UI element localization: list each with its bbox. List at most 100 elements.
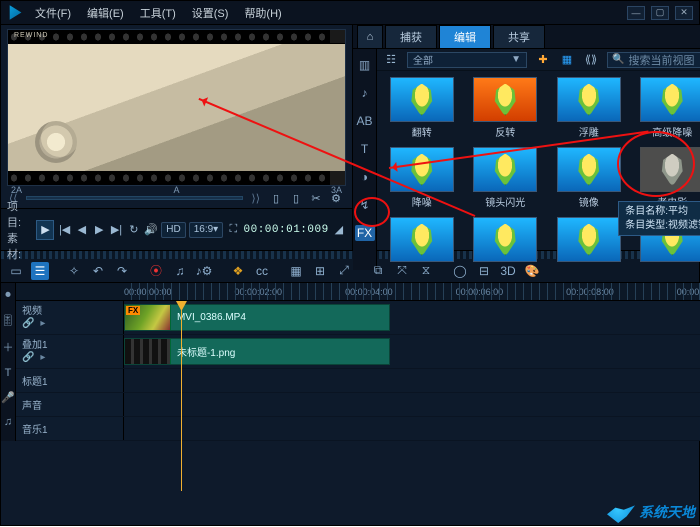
play-button[interactable]: ▶	[36, 220, 54, 240]
tool-undo-icon[interactable]: ↶	[89, 262, 107, 280]
hd-toggle[interactable]: HD	[161, 222, 185, 238]
window-minimize[interactable]: —	[627, 6, 645, 20]
window-maximize[interactable]: ▢	[651, 6, 669, 20]
fx-thumb[interactable]: 反转	[469, 77, 543, 139]
balloon-icon	[492, 84, 518, 116]
fx-thumb[interactable]	[385, 217, 459, 264]
step-back-icon[interactable]: ◀	[75, 222, 89, 238]
lib-add-icon[interactable]: ✚	[535, 52, 551, 68]
track-motion-icon[interactable]: ▦	[287, 262, 305, 280]
rail-sound-icon[interactable]: ♪	[355, 85, 375, 101]
preview-overlay-text: REWIND	[14, 32, 48, 39]
tool-redo-icon[interactable]: ↷	[113, 262, 131, 280]
view-storyboard-icon[interactable]: ▭	[7, 262, 25, 280]
fx-thumb-label: 反转	[495, 124, 515, 139]
lib-grid-icon[interactable]: ▦	[559, 52, 575, 68]
track-toggle-all-icon[interactable]: ⏺	[5, 289, 11, 302]
clip-video[interactable]: FX MVI_0386.MP4	[124, 304, 390, 331]
fx-thumb-box	[557, 217, 621, 262]
timecode-display[interactable]: 00:00:01:009	[244, 224, 329, 236]
fx-thumb[interactable]: 浮雕	[552, 77, 626, 139]
lib-tree-icon[interactable]: ☷	[383, 52, 399, 68]
goto-start-icon[interactable]: |◀	[57, 222, 71, 238]
tab-edit[interactable]: 编辑	[439, 25, 491, 48]
fx-thumb-box	[557, 77, 621, 122]
fx-thumb[interactable]: 镜像	[552, 147, 626, 209]
goto-end-icon[interactable]: ▶|	[109, 222, 123, 238]
rail-media-icon[interactable]: ▥	[355, 57, 375, 73]
record-icon[interactable]: ⦿	[147, 262, 165, 280]
tab-home[interactable]: ⌂	[357, 25, 383, 48]
link-icon[interactable]: 🔗	[22, 352, 34, 364]
chevron-down-icon: ▼	[511, 54, 521, 65]
category-dropdown[interactable]: 全部▼	[407, 52, 527, 68]
loop-icon[interactable]: ↻	[127, 222, 141, 238]
fullscreen-icon[interactable]: ⛶	[226, 222, 240, 238]
tool-wrench-icon[interactable]: ✧	[65, 262, 83, 280]
search-input[interactable]: 🔍 搜索当前视图	[607, 52, 700, 68]
moments-icon[interactable]: ❖	[229, 262, 247, 280]
rail-path-icon[interactable]: ↯	[355, 197, 375, 213]
track-head-voice[interactable]: 声音	[16, 393, 124, 416]
tab-capture[interactable]: 捕获	[385, 25, 437, 48]
fx-thumb[interactable]: 镜头闪光	[469, 147, 543, 209]
upload-icon[interactable]: ⬆	[691, 25, 700, 48]
rail-graphic-icon[interactable]: ◑	[355, 169, 375, 185]
preview-viewport[interactable]: REWIND 2AA3A	[7, 29, 346, 186]
balloon-icon	[576, 224, 602, 256]
link-icon[interactable]: 🔗	[22, 318, 34, 330]
fx-thumb[interactable]: 翻转	[385, 77, 459, 139]
track-video-icon[interactable]: 🎚	[1, 314, 15, 327]
time-ruler[interactable]: 00:00:00:0000:00:02:0000:00:04:0000:00:0…	[16, 283, 700, 301]
track-add-icon[interactable]: ＋	[2, 339, 13, 355]
track-title-type-icon[interactable]: T	[5, 367, 12, 379]
menu-settings[interactable]: 设置(S)	[186, 3, 235, 23]
track-head-title[interactable]: 标题1	[16, 369, 124, 392]
tooltip: 条目名称:平均 条目类型:视频滤镜	[618, 201, 700, 236]
menu-file[interactable]: 文件(F)	[29, 3, 77, 23]
fx-thumb[interactable]	[469, 217, 543, 264]
preview-image	[8, 44, 345, 171]
balloon-icon	[659, 154, 685, 186]
mixer-icon[interactable]: ♫	[171, 262, 189, 280]
fx-thumb-box	[640, 77, 700, 122]
window-close[interactable]: ✕	[675, 6, 693, 20]
rail-title-icon[interactable]: T	[355, 141, 375, 157]
step-fwd-icon[interactable]: ▶	[92, 222, 106, 238]
fx-thumb[interactable]: 降噪	[385, 147, 459, 209]
fx-grid: 翻转反转 浮雕高级降噪降噪镜头闪光镜像老电影	[377, 71, 700, 270]
menu-tools[interactable]: 工具(T)	[134, 3, 182, 23]
clip-overlay[interactable]: 未标题-1.png	[124, 338, 390, 365]
rail-fx-icon[interactable]: FX	[355, 225, 375, 241]
source-toggle[interactable]: 项目: 素材:	[7, 198, 29, 262]
resize-handle-icon[interactable]: ◢	[332, 222, 346, 238]
ratio-toggle[interactable]: 16:9 ▾	[189, 222, 224, 238]
track-mic-icon[interactable]: 🎤	[1, 391, 15, 404]
menu-help[interactable]: 帮助(H)	[238, 3, 287, 23]
fx-thumb[interactable]	[552, 217, 626, 264]
auto-music-icon[interactable]: ♪⚙	[195, 262, 213, 280]
fx-thumb[interactable]: 老电影	[636, 147, 700, 209]
fx-flag: FX	[126, 306, 140, 315]
playhead[interactable]	[181, 301, 182, 491]
chevron-right-icon[interactable]: ▸	[40, 318, 45, 330]
lib-sort-icon[interactable]: ⟪⟫	[583, 52, 599, 68]
chevron-right-icon[interactable]: ▸	[40, 352, 45, 364]
track-head-music[interactable]: 音乐1	[16, 417, 124, 440]
subtitle-icon[interactable]: cc	[253, 262, 271, 280]
menu-edit[interactable]: 编辑(E)	[81, 3, 130, 23]
fx-thumb-label: 高级降噪	[652, 124, 692, 139]
view-timeline-icon[interactable]: ☰	[31, 262, 49, 280]
tab-share[interactable]: 共享	[493, 25, 545, 48]
track-head-video[interactable]: 视频🔗▸	[16, 301, 124, 334]
resize-icon[interactable]: ⤢	[335, 262, 353, 280]
clip-thumb	[125, 339, 171, 364]
home-icon: ⌂	[367, 31, 374, 43]
track-music-type-icon[interactable]: ♫	[4, 416, 12, 428]
mute-icon[interactable]: 🔊	[144, 222, 158, 238]
rail-transition-icon[interactable]: AB	[355, 113, 375, 129]
multicam-icon[interactable]: ⊞	[311, 262, 329, 280]
track-head-overlay[interactable]: 叠加1🔗▸	[16, 335, 124, 368]
fx-thumb[interactable]: 高级降噪	[636, 77, 700, 139]
balloon-icon	[576, 154, 602, 186]
